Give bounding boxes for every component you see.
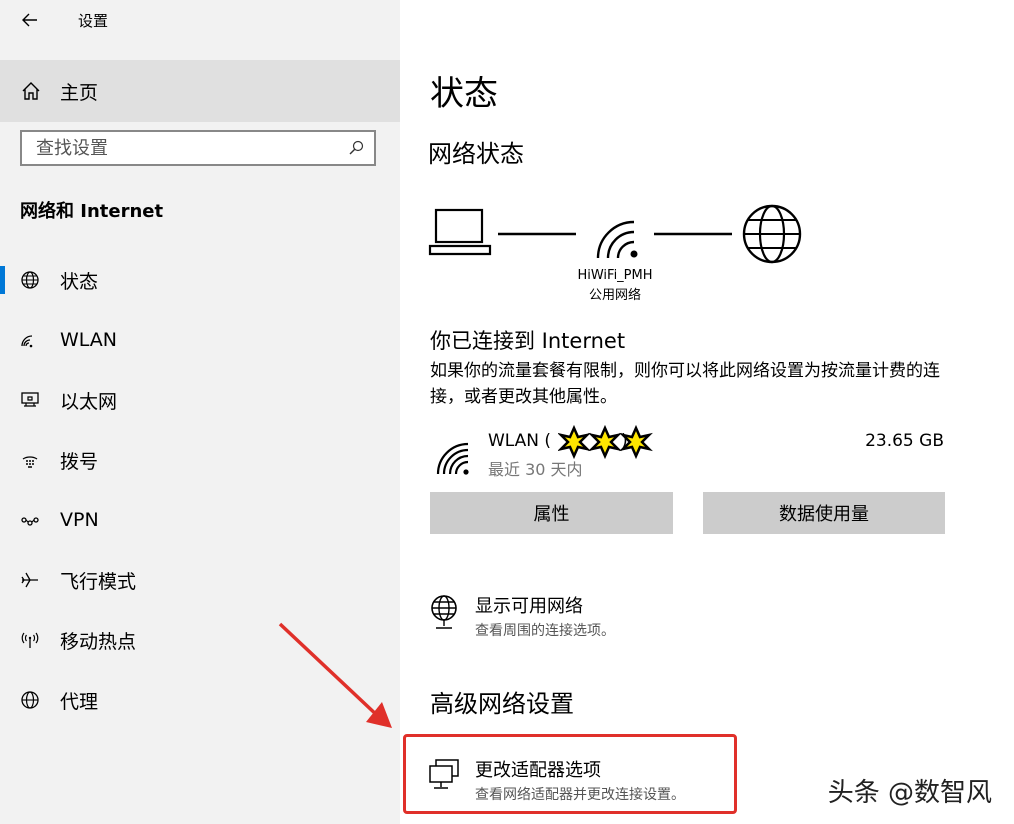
search-input[interactable]	[34, 136, 338, 160]
wlan-period: 最近 30 天内	[488, 460, 583, 479]
data-usage-button[interactable]: 数据使用量	[703, 492, 945, 534]
connected-description: 如果你的流量套餐有限制，则你可以将此网络设置为按流量计费的连接，或者更改其他属性…	[430, 361, 940, 407]
hotspot-icon	[20, 630, 40, 650]
home-label: 主页	[60, 81, 99, 104]
sidebar-item-label: 移动热点	[60, 630, 137, 653]
globe-status-icon	[20, 270, 40, 290]
sidebar-item-label: 飞行模式	[60, 570, 137, 593]
sidebar-item-vpn[interactable]: VPN	[0, 492, 400, 548]
sidebar-item-wlan[interactable]: WLAN	[0, 312, 400, 368]
section-title: 网络和 Internet	[20, 201, 164, 222]
page-title: 状态	[430, 74, 498, 114]
properties-button[interactable]: 属性	[430, 492, 673, 534]
network-status-heading: 网络状态	[428, 140, 524, 168]
sidebar-item-dialup[interactable]: 拨号	[0, 432, 400, 488]
ethernet-icon	[20, 390, 40, 410]
wifi-signal-icon	[436, 442, 469, 475]
connected-title: 你已连接到 Internet	[430, 329, 626, 353]
sidebar-item-label: WLAN	[60, 329, 118, 351]
network-caption: HiWiFi_PMH 公用网络	[560, 266, 670, 306]
sidebar-item-home[interactable]: 主页	[0, 60, 400, 122]
sidebar-item-label: 代理	[60, 690, 99, 713]
wlan-usage: 23.65 GB	[865, 431, 944, 451]
network-type: 公用网络	[588, 288, 641, 303]
network-name: HiWiFi_PMH	[577, 268, 653, 283]
show-networks-subtitle: 查看周围的连接选项。	[475, 623, 615, 639]
sidebar-item-label: 以太网	[60, 390, 118, 413]
sidebar-item-label: 状态	[60, 270, 99, 293]
show-available-networks-link[interactable]: 显示可用网络 查看周围的连接选项。	[428, 592, 948, 652]
annotation-arrow-icon	[278, 622, 392, 728]
vpn-icon	[20, 510, 40, 530]
watermark: 头条 @数智风	[827, 778, 992, 808]
back-arrow-icon	[22, 13, 37, 27]
sidebar-item-label: VPN	[60, 509, 99, 531]
wifi-icon	[20, 330, 40, 350]
airplane-icon	[20, 570, 40, 590]
sidebar-item-ethernet[interactable]: 以太网	[0, 372, 400, 428]
wifi-signal-icon	[596, 220, 638, 259]
highlight-box	[403, 734, 737, 814]
home-icon	[22, 82, 40, 100]
internet-globe-icon	[742, 204, 802, 264]
search-box[interactable]	[20, 130, 376, 166]
advanced-network-heading: 高级网络设置	[430, 690, 574, 718]
app-title: 设置	[78, 12, 109, 30]
proxy-globe-icon	[20, 690, 40, 710]
search-icon[interactable]	[348, 140, 364, 156]
show-networks-title: 显示可用网络	[475, 596, 583, 617]
back-button[interactable]	[18, 8, 42, 32]
sidebar-item-airplane[interactable]: 飞行模式	[0, 552, 400, 608]
sidebar-item-status[interactable]: 状态	[0, 252, 400, 308]
sidebar-item-label: 拨号	[60, 450, 99, 473]
network-globe-icon	[431, 595, 457, 629]
laptop-icon	[428, 208, 492, 256]
dialup-icon	[20, 450, 40, 470]
main-content: 状态 网络状态 HiWiFi_PMH 公用网络 你已连接到 Internet 如…	[278, 0, 1014, 824]
